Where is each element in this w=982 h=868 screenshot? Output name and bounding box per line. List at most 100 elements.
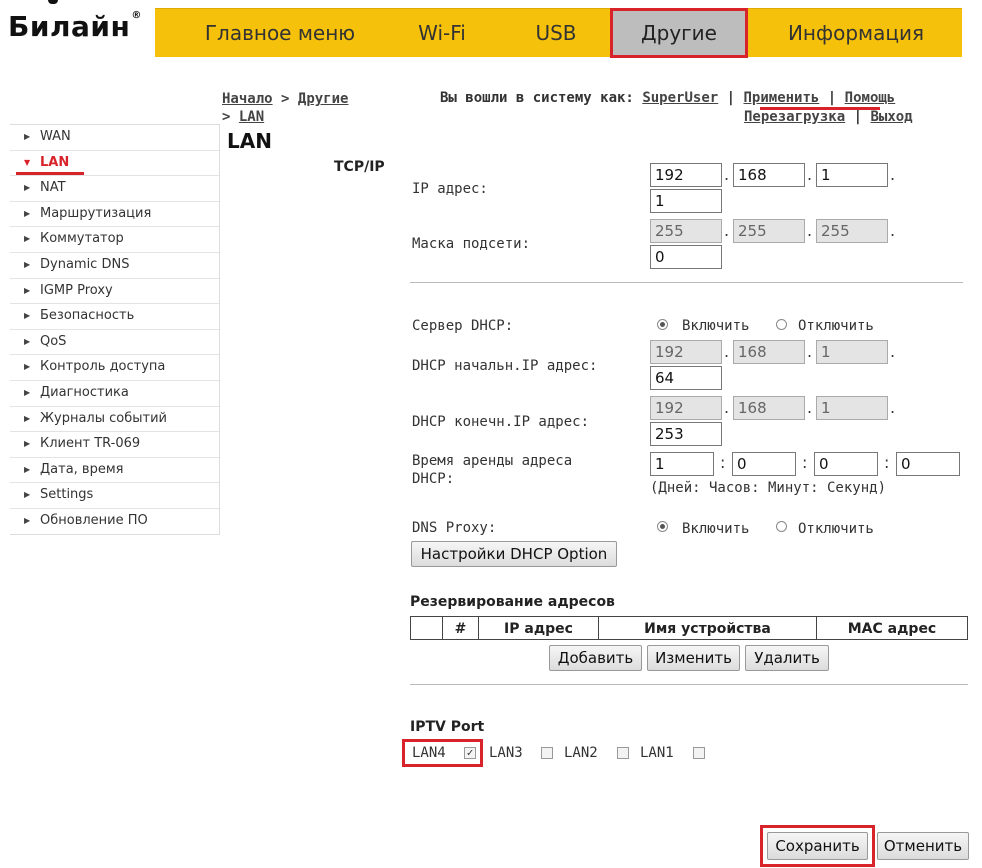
sidebar-item-datetime[interactable]: ▶ Дата, время [10, 458, 219, 484]
triangle-right-icon: ▶ [24, 259, 31, 269]
ip-octet-3[interactable]: 1 [816, 163, 888, 187]
table-header-number: # [443, 617, 479, 639]
colon-separator: : [720, 453, 726, 472]
lease-days-input[interactable]: 1 [650, 452, 714, 476]
sidebar-item-label: Маршрутизация [40, 205, 152, 221]
help-link[interactable]: Помощь [845, 90, 896, 106]
iptv-lan1-checkbox[interactable] [693, 747, 705, 759]
table-header-mac: MAC адрес [847, 621, 937, 637]
triangle-right-icon: ▶ [24, 490, 31, 500]
add-reservation-button[interactable]: Добавить [549, 645, 642, 671]
dhcp-enable-radio[interactable] [657, 319, 668, 330]
ip-octet-1[interactable]: 192 [650, 163, 722, 187]
tab-main-menu[interactable]: Главное меню [155, 9, 405, 57]
mask-octet-1: 255 [650, 219, 722, 243]
sidebar-item-ddns[interactable]: ▶ Dynamic DNS [10, 253, 219, 279]
sidebar: ▶ WAN ▼ LAN ▶ NAT ▶ Маршрутизация ▶ Коммутато… [10, 124, 220, 535]
breadcrumb-page-link[interactable]: LAN [239, 109, 264, 125]
dhcp-start-octet-1: 192 [650, 340, 722, 364]
sidebar-item-switch[interactable]: ▶ Коммутатор [10, 227, 219, 253]
triangle-right-icon: ▶ [24, 515, 31, 525]
breadcrumb: Начало > Другие > LAN [222, 90, 348, 126]
dot-separator: . [807, 342, 813, 361]
dot-separator: . [724, 221, 730, 240]
dhcp-enable-label: Включить [682, 318, 750, 334]
apply-link[interactable]: Применить [743, 90, 819, 106]
dot-separator: . [724, 342, 730, 361]
breadcrumb-separator: > [281, 91, 290, 107]
reservation-table-header: # IP адрес Имя устройства MAC адрес [410, 616, 968, 640]
lease-hours-input[interactable]: 0 [732, 452, 796, 476]
page-title: LAN [227, 129, 272, 153]
dhcp-disable-radio[interactable] [776, 319, 787, 330]
edit-reservation-button[interactable]: Изменить [647, 645, 740, 671]
ip-octet-4[interactable]: 1 [650, 189, 722, 213]
tab-info[interactable]: Информация [751, 9, 961, 57]
triangle-right-icon: ▶ [24, 464, 31, 474]
user-link[interactable]: SuperUser [642, 90, 718, 106]
breadcrumb-section-link[interactable]: Другие [298, 91, 349, 107]
dhcp-server-label: Сервер DHCP: [412, 318, 514, 334]
sidebar-item-qos[interactable]: ▶ QoS [10, 330, 219, 356]
dot-separator: . [724, 165, 730, 184]
tab-usb[interactable]: USB [501, 9, 611, 57]
lease-minutes-input[interactable]: 0 [814, 452, 878, 476]
breadcrumb-home-link[interactable]: Начало [222, 91, 273, 107]
sidebar-item-firmware[interactable]: ▶ Обновление ПО [10, 509, 219, 534]
iptv-lan4-checkbox[interactable]: ✓ [464, 747, 476, 759]
dhcp-option-button[interactable]: Настройки DHCP Option [411, 541, 617, 567]
iptv-heading: IPTV Port [410, 719, 485, 735]
table-select-column [411, 617, 443, 639]
sidebar-item-label: Обновление ПО [40, 512, 148, 528]
reboot-link[interactable]: Перезагрузка [744, 109, 845, 125]
colon-separator: : [802, 453, 808, 472]
sidebar-item-access-control[interactable]: ▶ Контроль доступа [10, 355, 219, 381]
tab-wifi[interactable]: Wi-Fi [387, 9, 497, 57]
dhcp-end-octet-4[interactable]: 253 [650, 422, 722, 446]
link-separator: | [853, 109, 863, 125]
sidebar-item-settings[interactable]: ▶ Settings [10, 483, 219, 509]
iptv-lan3-checkbox[interactable] [541, 747, 553, 759]
dot-separator: . [890, 221, 896, 240]
triangle-right-icon: ▶ [24, 132, 31, 141]
triangle-right-icon: ▶ [24, 413, 31, 423]
lease-seconds-input[interactable]: 0 [896, 452, 960, 476]
ip-octet-2[interactable]: 168 [733, 163, 805, 187]
dhcp-start-octet-2: 168 [733, 340, 805, 364]
sidebar-item-igmp[interactable]: ▶ IGMP Proxy [10, 279, 219, 305]
brand-registered-mark: ® [131, 10, 142, 21]
dns-proxy-disable-radio[interactable] [776, 521, 787, 532]
sidebar-item-label: Журналы событий [40, 410, 167, 426]
tcpip-heading: TCP/IP [334, 159, 385, 175]
sidebar-item-wan[interactable]: ▶ WAN [10, 125, 219, 151]
sidebar-item-label: IGMP Proxy [40, 282, 113, 298]
dhcp-end-octet-1: 192 [650, 396, 722, 420]
sidebar-item-logs[interactable]: ▶ Журналы событий [10, 407, 219, 433]
dhcp-start-octet-4[interactable]: 64 [650, 366, 722, 390]
save-button[interactable]: Сохранить [767, 832, 868, 860]
table-header-ip: IP адрес [479, 617, 599, 639]
session-bar: Вы вошли в систему как: SuperUser | Прим… [440, 90, 895, 106]
iptv-lan2-checkbox[interactable] [617, 747, 629, 759]
triangle-right-icon: ▶ [24, 387, 31, 397]
sidebar-item-security[interactable]: ▶ Безопасность [10, 304, 219, 330]
sidebar-item-routing[interactable]: ▶ Маршрутизация [10, 202, 219, 228]
link-separator: | [827, 90, 837, 106]
top-nav: Главное меню Wi-Fi USB Другие Информация [155, 8, 962, 58]
dhcp-end-label: DHCP конечн.IP адрес: [412, 414, 590, 430]
cancel-button[interactable]: Отменить [877, 832, 969, 860]
dns-proxy-enable-radio[interactable] [657, 521, 668, 532]
session-bar-2: Перезагрузка | Выход [744, 109, 913, 125]
triangle-right-icon: ▶ [24, 362, 31, 372]
reservation-heading: Резервирование адресов [410, 594, 615, 610]
mask-octet-4[interactable]: 0 [650, 245, 722, 269]
sidebar-item-nat[interactable]: ▶ NAT [10, 176, 219, 202]
dot-separator: . [890, 398, 896, 417]
triangle-right-icon: ▶ [24, 234, 31, 244]
sidebar-item-diagnostics[interactable]: ▶ Диагностика [10, 381, 219, 407]
iptv-lan4-label: LAN4 [412, 745, 446, 761]
logout-link[interactable]: Выход [870, 109, 912, 125]
delete-reservation-button[interactable]: Удалить [745, 645, 829, 671]
sidebar-item-tr069[interactable]: ▶ Клиент TR-069 [10, 432, 219, 458]
tab-other[interactable]: Другие [610, 8, 748, 58]
